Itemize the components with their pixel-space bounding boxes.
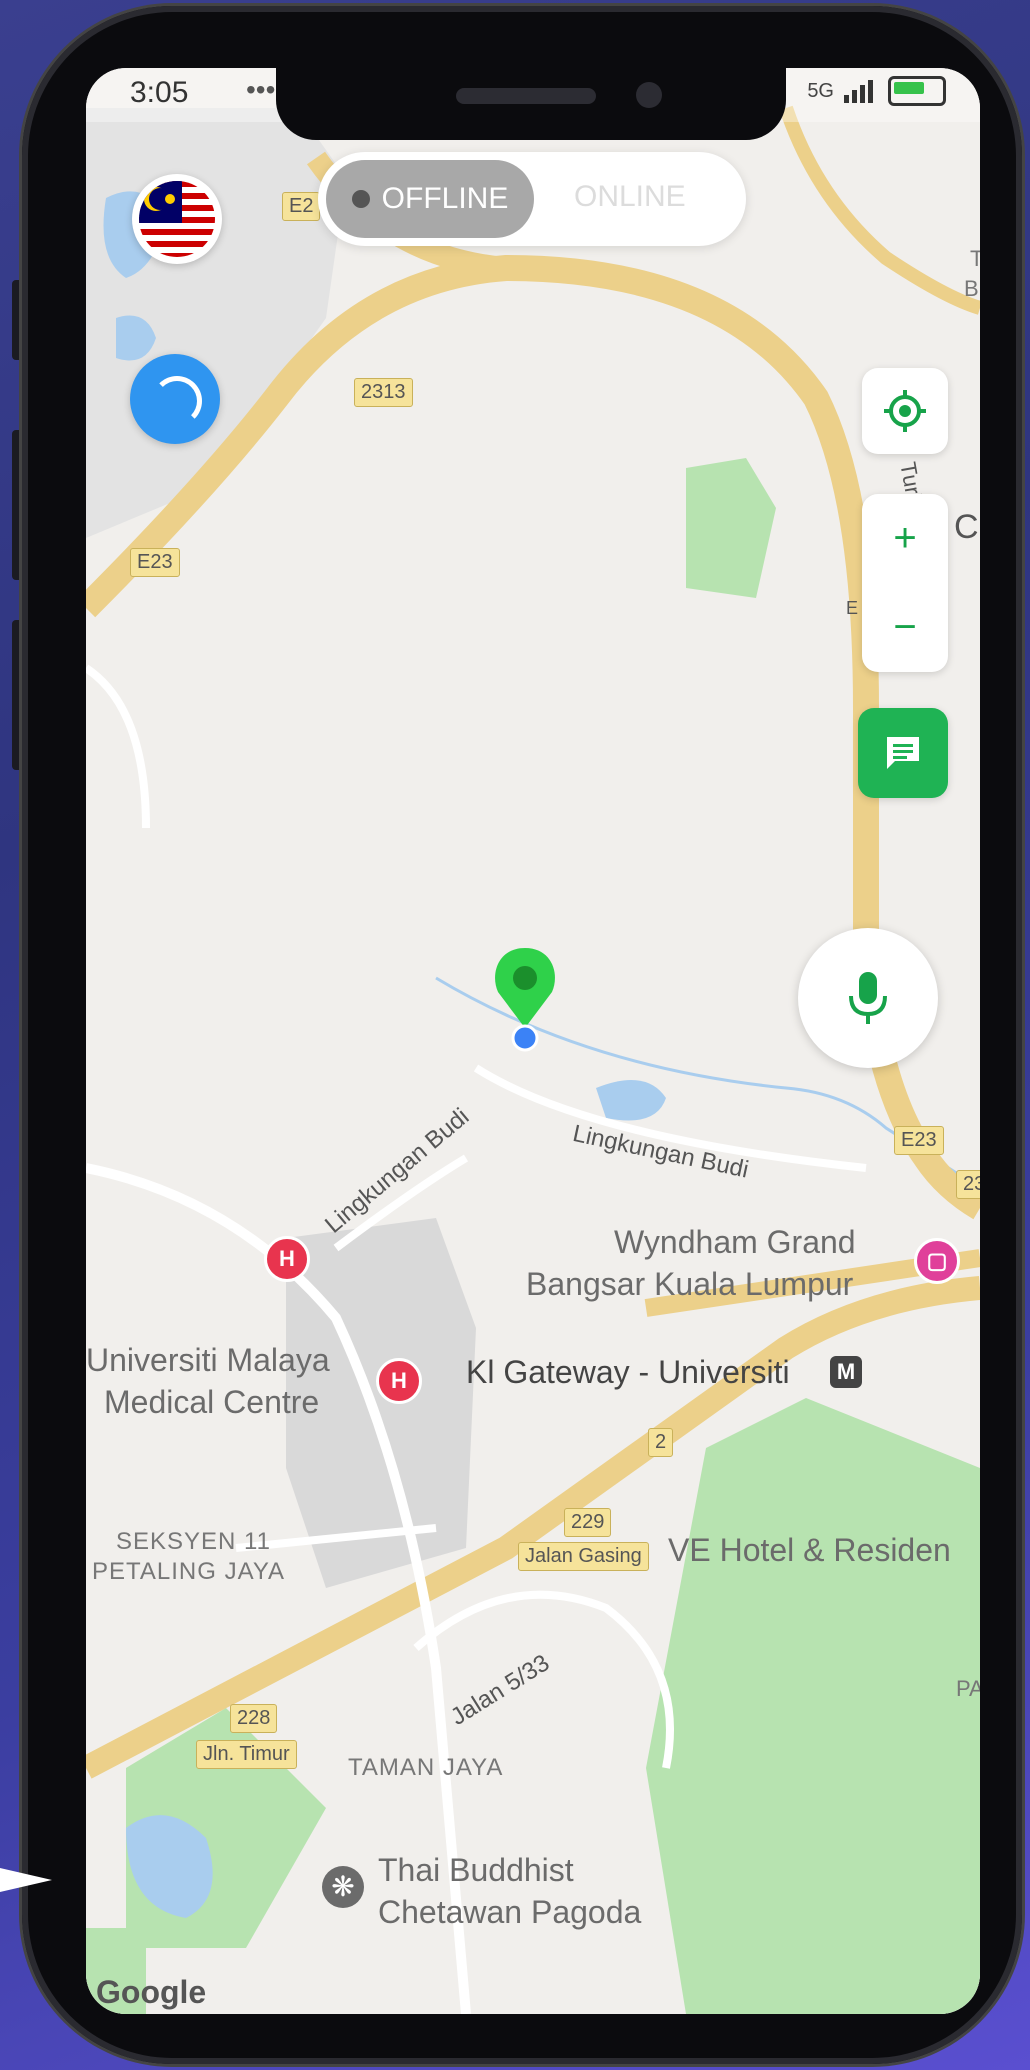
label-edge-t: T (970, 246, 980, 271)
label-jalan-gasing: Jalan Gasing (518, 1542, 649, 1571)
label-jln-timur: Jln. Timur (196, 1740, 297, 1769)
loading-status-button[interactable] (130, 354, 220, 444)
road-shield-228: 228 (230, 1704, 278, 1733)
road-shield-229: 229 (564, 1508, 612, 1537)
chat-icon (887, 737, 919, 769)
speaker-grille (456, 88, 596, 104)
signal-icon (844, 80, 873, 103)
zoom-in-button[interactable]: + (862, 494, 948, 583)
status-notifications: ••• (246, 74, 276, 105)
zoom-controls: + − (862, 494, 948, 672)
google-logo: Google (96, 1974, 207, 2010)
road-shield-2313: 2313 (354, 378, 413, 407)
label-edge-pa: PA (956, 1676, 980, 1701)
crosshair-icon (884, 390, 926, 432)
language-flag-button[interactable] (132, 174, 222, 264)
hotel-marker[interactable]: ▢ (914, 1238, 960, 1284)
microphone-icon (849, 972, 887, 1024)
loading-spinner-icon (152, 376, 202, 426)
metro-badge: M (830, 1356, 862, 1388)
label-seksyen-11: SEKSYEN 11 (116, 1528, 271, 1555)
label-bangsar-kl: Bangsar Kuala Lumpur (526, 1266, 854, 1302)
front-camera (636, 82, 662, 108)
label-edge-e: E (846, 598, 859, 618)
label-chetawan-pagoda: Chetawan Pagoda (378, 1894, 642, 1930)
pointer-arrow-icon (0, 1868, 52, 1892)
label-petaling-jaya: PETALING JAYA (92, 1558, 286, 1585)
label-medical-centre: Medical Centre (104, 1384, 320, 1420)
hospital-marker-2[interactable]: H (376, 1358, 422, 1404)
road-shield-e23-left: E23 (130, 548, 180, 577)
phone-notch (276, 68, 786, 140)
label-edge-c: C (954, 508, 979, 546)
label-thai-buddhist: Thai Buddhist (378, 1852, 574, 1888)
label-wyndham-grand: Wyndham Grand (614, 1224, 856, 1260)
app-screen: E2 2313 E23 E23 23 2 229 228 Lingkungan … (86, 68, 980, 2014)
label-kl-gateway: Kl Gateway - Universiti (466, 1354, 790, 1390)
status-indicators: 5G (807, 76, 946, 106)
label-edge-b: B (964, 276, 979, 301)
offline-label: OFFLINE (381, 182, 509, 215)
road-shield-2: 2 (648, 1428, 674, 1457)
status-dot-icon (351, 190, 370, 208)
road-shield-e23-right: E23 (894, 1126, 944, 1155)
user-location-dot (511, 1024, 539, 1052)
online-status-toggle[interactable]: OFFLINE ONLINE (318, 152, 746, 246)
temple-marker[interactable]: ❋ (322, 1866, 364, 1908)
label-universiti-malaya: Universiti Malaya (86, 1342, 330, 1378)
voice-input-button[interactable] (798, 928, 938, 1068)
locate-me-button[interactable] (862, 368, 948, 454)
road-shield-e2: E2 (282, 192, 321, 221)
battery-icon (888, 76, 946, 106)
chat-button[interactable] (858, 708, 948, 798)
label-taman-jaya: TAMAN JAYA (348, 1754, 504, 1781)
network-label: 5G (807, 79, 834, 102)
road-shield-23: 23 (956, 1170, 980, 1199)
zoom-out-button[interactable]: − (862, 583, 948, 672)
label-ve-hotel: VE Hotel & Residen (668, 1532, 951, 1568)
online-option[interactable]: ONLINE (574, 180, 686, 214)
offline-option[interactable]: OFFLINE (326, 160, 534, 238)
status-time: 3:05 (130, 76, 189, 109)
malaysia-flag-icon (139, 181, 215, 257)
hospital-marker-1[interactable]: H (264, 1236, 310, 1282)
